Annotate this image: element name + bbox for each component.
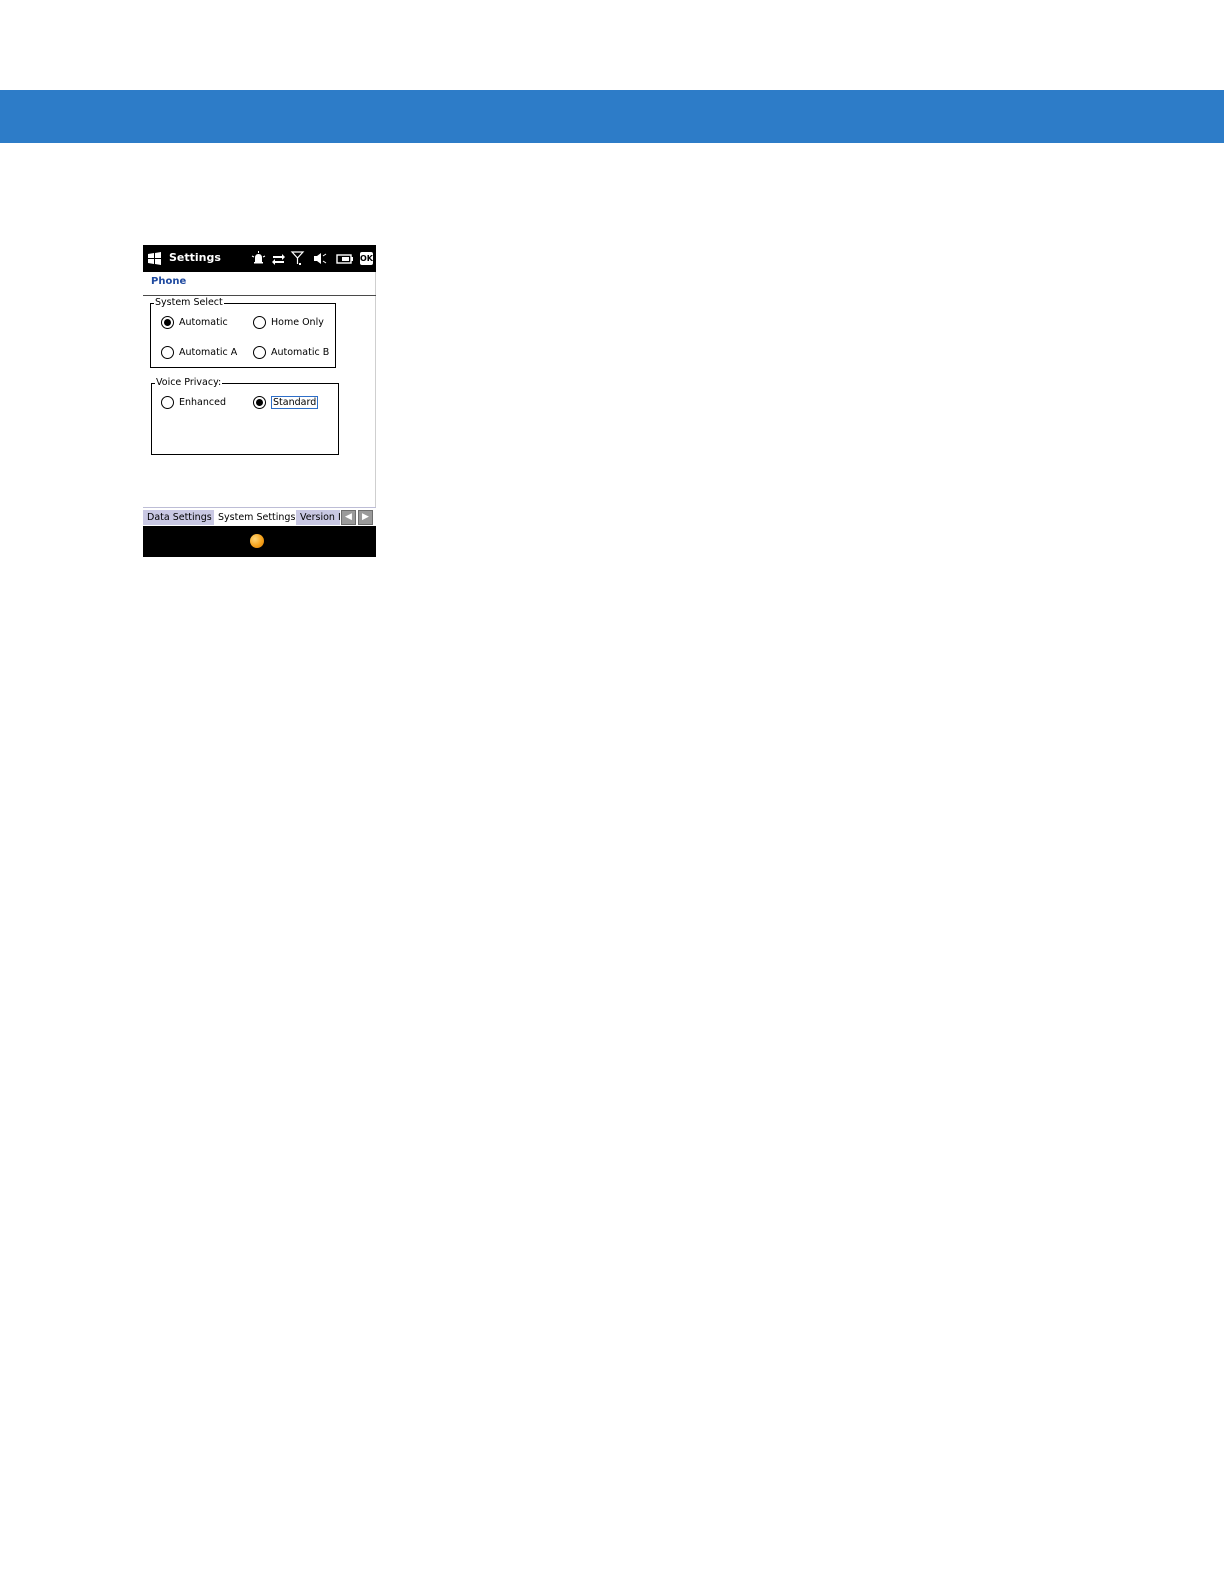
- system-select-group: System Select Automatic Home Only Automa…: [150, 297, 336, 368]
- voice-privacy-group: Voice Privacy: Enhanced Standard: [151, 377, 339, 455]
- radio-button[interactable]: [161, 346, 174, 359]
- radio-label: Standard: [271, 396, 319, 409]
- radio-button[interactable]: [161, 396, 174, 409]
- radio-automatic-a[interactable]: Automatic A: [161, 346, 237, 359]
- page-title: Phone: [151, 276, 187, 287]
- tab-scroll-left-button[interactable]: ◀: [341, 510, 356, 525]
- signal-icon[interactable]: [290, 251, 305, 266]
- windows-start-icon[interactable]: [147, 251, 162, 266]
- radio-button-checked[interactable]: [161, 316, 174, 329]
- radio-label: Automatic A: [179, 347, 238, 358]
- tab-strip: Data Settings System Settings Version I …: [143, 507, 376, 526]
- tab-data-settings[interactable]: Data Settings: [143, 510, 214, 525]
- device-screen: Settings OK Phone System Select Automati…: [143, 245, 376, 557]
- tab-scroll-right-button[interactable]: ▶: [358, 510, 373, 525]
- radio-automatic[interactable]: Automatic: [161, 316, 228, 329]
- radio-standard[interactable]: Standard: [253, 396, 319, 409]
- radio-label: Enhanced: [179, 397, 226, 408]
- radio-label: Home Only: [271, 317, 324, 328]
- page-header-band: [0, 90, 1224, 143]
- header-divider: [143, 295, 376, 296]
- voice-privacy-legend: Voice Privacy:: [155, 377, 223, 389]
- radio-label: Automatic: [179, 317, 228, 328]
- tab-system-settings[interactable]: System Settings: [214, 510, 296, 525]
- radio-label: Automatic B: [271, 347, 330, 358]
- notification-icon[interactable]: [251, 251, 266, 266]
- radio-enhanced[interactable]: Enhanced: [161, 396, 226, 409]
- system-select-legend: System Select: [154, 297, 224, 309]
- speaker-muted-icon[interactable]: [312, 251, 327, 266]
- radio-home-only[interactable]: Home Only: [253, 316, 324, 329]
- radio-button[interactable]: [253, 316, 266, 329]
- radio-button[interactable]: [253, 346, 266, 359]
- title-bar: Settings OK: [143, 245, 376, 272]
- radio-automatic-b[interactable]: Automatic B: [253, 346, 329, 359]
- chevron-right-icon: ▶: [362, 512, 369, 522]
- tab-version-info[interactable]: Version I: [296, 510, 340, 525]
- ok-button[interactable]: OK: [360, 252, 373, 265]
- data-connection-icon[interactable]: [271, 251, 286, 266]
- app-title: Settings: [169, 251, 221, 264]
- input-panel-icon[interactable]: [250, 534, 264, 548]
- soft-key-bar: [143, 526, 376, 557]
- radio-button-checked[interactable]: [253, 396, 266, 409]
- chevron-left-icon: ◀: [345, 512, 352, 522]
- battery-icon[interactable]: [336, 251, 354, 266]
